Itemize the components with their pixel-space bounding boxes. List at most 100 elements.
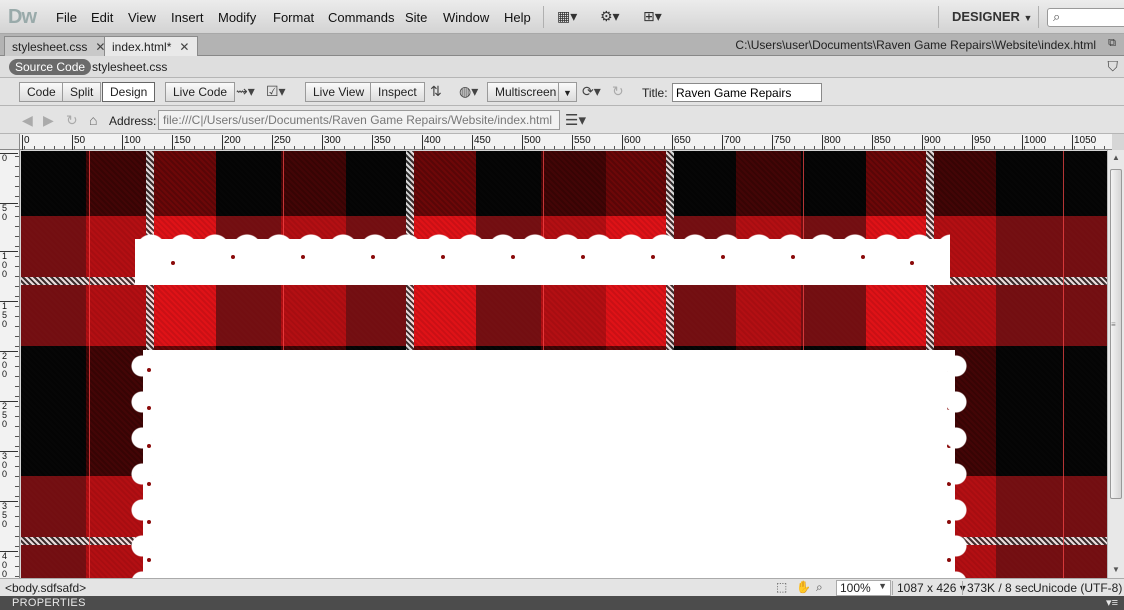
lace-eyelet [947,558,951,562]
visual-aids-icon[interactable]: ☑▾ [266,83,286,100]
document-title-field[interactable] [672,83,822,102]
menu-view[interactable]: View [128,10,156,25]
lace-eyelet [231,255,235,259]
design-view-button[interactable]: Design [102,82,156,102]
menu-bar: Dw File Edit View Insert Modify Format C… [0,0,1124,34]
inspect-button[interactable]: Inspect [370,82,425,102]
lace-eyelet [301,255,305,259]
search-input[interactable]: ⌕ [1047,8,1124,27]
download-size: 373K / 8 sec [967,581,1034,595]
source-code-button[interactable]: Source Code [9,59,92,75]
browser-options-icon[interactable]: ☰▾ [565,111,586,129]
home-icon[interactable]: ⌂ [89,112,97,128]
ruler-tick: 50 [71,135,86,150]
menu-window[interactable]: Window [443,10,489,25]
preview-browser-icon[interactable]: ◍▾ [459,83,478,100]
workspace-switcher[interactable]: DESIGNER ▼ [952,9,1032,24]
panel-menu-icon[interactable]: ▾≡ [1106,596,1118,609]
gear-icon[interactable]: ⚙▾ [600,8,620,25]
lace-eyelet [147,482,151,486]
tab-label: stylesheet.css [12,40,88,54]
close-icon[interactable]: ✕ [179,40,189,54]
scrollbar-thumb[interactable] [1110,169,1122,499]
ruler-tick: 750 [772,135,791,150]
ruler-tick: 550 [572,135,591,150]
plaid-red-line [89,151,90,578]
ruler-tick: 100 [0,251,18,279]
ruler-tick: 150 [0,301,18,329]
main-content-area[interactable] [131,350,967,578]
ruler-tick: 1050 [1071,135,1097,150]
vertical-scrollbar[interactable]: ▲ ≡ ▼ [1107,150,1124,578]
lace-eyelet [721,255,725,259]
tab-index-html[interactable]: index.html* ✕ [104,36,199,56]
status-separator [892,581,893,595]
file-transfer-icon[interactable]: ⇅ [430,83,442,100]
reload-icon[interactable]: ↻ [66,112,78,129]
ruler-tick: 0 [0,153,18,163]
select-tool-icon[interactable]: ⬚ [776,580,787,594]
related-file-stylesheet[interactable]: stylesheet.css [92,60,167,74]
ruler-tick: 1000 [1021,135,1047,150]
lace-eyelet [441,255,445,259]
menu-site[interactable]: Site [405,10,427,25]
tag-selector[interactable]: <body.sdfsafd> [5,581,86,595]
filter-icon[interactable]: ⛉ [1108,58,1119,75]
multiscreen-dropdown[interactable]: ▼ [558,82,577,102]
document-toolbar: Code Split Design Live Code ⇝▾ ☑▾ Live V… [0,78,1124,106]
multiscreen-button[interactable]: Multiscreen [487,82,565,102]
menu-file[interactable]: File [56,10,77,25]
ruler-tick: 300 [0,451,18,479]
ruler-tick: 200 [0,351,18,379]
address-input[interactable] [158,110,560,130]
scroll-down-icon[interactable]: ▼ [1112,565,1120,574]
design-view-canvas[interactable] [21,151,1107,578]
menu-insert[interactable]: Insert [171,10,204,25]
live-view-button[interactable]: Live View [305,82,373,102]
document-path: C:\Users\user\Documents\Raven Game Repai… [735,38,1096,52]
live-code-button[interactable]: Live Code [165,82,236,102]
menu-commands[interactable]: Commands [328,10,394,25]
zoom-select[interactable]: 100% ▼ [836,580,891,596]
restore-window-icon[interactable]: ⧉ [1108,37,1116,50]
forward-arrow-icon[interactable]: ▶ [43,112,54,129]
code-view-button[interactable]: Code [19,82,64,102]
menu-format[interactable]: Format [273,10,314,25]
ruler-tick: 650 [672,135,691,150]
lace-eyelet [511,255,515,259]
site-map-icon[interactable]: ⊞▾ [643,8,662,25]
refresh-icon[interactable]: ↻ [612,83,624,100]
menu-help[interactable]: Help [504,10,531,25]
plaid-band [21,151,1107,216]
ruler-tick: 400 [422,135,441,150]
menu-modify[interactable]: Modify [218,10,256,25]
ruler-tick: 600 [622,135,641,150]
refresh-view-options-icon[interactable]: ⟳▾ [582,83,601,100]
scroll-up-icon[interactable]: ▲ [1112,153,1120,162]
menu-separator [543,6,544,28]
layout-icon[interactable]: ▦▾ [557,8,577,25]
encoding: Unicode (UTF-8) [1033,581,1123,595]
lace-eyelet [371,255,375,259]
menu-edit[interactable]: Edit [91,10,113,25]
ruler-tick: 150 [172,135,191,150]
related-files-bar: Source Code stylesheet.css ⛉ [0,56,1124,78]
compatibility-check-icon[interactable]: ⇝▾ [236,83,255,100]
zoom-tool-icon[interactable]: ⌕ [816,580,823,595]
split-view-button[interactable]: Split [62,82,102,102]
lace-eyelet [581,255,585,259]
lace-eyelet [147,368,151,372]
scrollbar-grip-icon: ≡ [1111,320,1116,329]
address-label: Address: [109,114,157,128]
ruler-tick: 0 [22,135,30,150]
tab-stylesheet-css[interactable]: stylesheet.css ✕ [4,36,115,56]
back-arrow-icon[interactable]: ◀ [22,112,33,129]
hand-tool-icon[interactable]: ✋ [796,580,811,594]
window-size-selector[interactable]: 1087 x 426 ▾ [897,581,966,595]
ruler-tick: 50 [0,203,18,222]
menu-separator [1038,6,1039,28]
zoom-value: 100% [840,581,871,595]
ruler-origin[interactable] [0,134,20,150]
ruler-tick: 250 [272,135,291,150]
properties-panel-header[interactable]: PROPERTIES ▾≡ [0,596,1124,610]
